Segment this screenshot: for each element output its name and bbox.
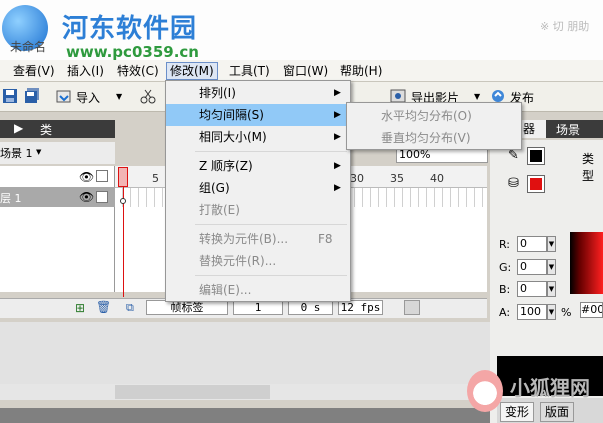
playhead[interactable] [118,167,128,187]
tab-layout[interactable]: 版面 [540,402,574,422]
hex-input[interactable]: #00 [580,302,603,318]
window-title: 未命名 [10,40,47,54]
panel-tab-class[interactable]: 类 [40,121,52,138]
fps-field: 12 fps [338,300,383,315]
menu-item-distribute-horizontal[interactable]: 水平均匀分布(O) [381,107,472,124]
horizontal-scroll-thumb[interactable] [115,385,270,399]
watermark-text: 小狐狸网 [510,376,590,400]
eye-icon[interactable]: 👁 [79,170,94,184]
menu-separator [195,151,347,152]
menu-separator [195,224,347,225]
save-icon[interactable] [2,88,18,104]
fill-color-swatch[interactable] [527,175,545,193]
import-dropdown-icon[interactable]: ▼ [116,92,122,101]
menu-item-distribute-vertical[interactable]: 垂直均匀分布(V) [381,129,471,146]
menu-separator [195,275,347,276]
menu-modify[interactable]: 修改(M) [166,62,218,80]
layer-lock-toggle[interactable] [96,191,108,203]
logo-text: 河东软件园 [62,14,198,44]
title-right-fragment: ※ 切 朋助 [540,20,590,33]
menu-item-break-apart[interactable]: 打散(E) [166,199,350,221]
red-label: R: [499,238,511,251]
menu-view[interactable]: 查看(V) [10,62,58,80]
menu-item-swap-symbol[interactable]: 替换元件(R)... [166,250,350,272]
ruler-label: 30 [350,172,364,185]
tab-scene[interactable]: 场景 [556,121,580,138]
stage-area[interactable] [0,322,490,384]
export-dropdown-icon[interactable]: ▼ [474,92,480,101]
menu-item-match-size[interactable]: 相同大小(M) ▶ [166,126,350,148]
menu-item-group[interactable]: 组(G) ▶ [166,177,350,199]
alpha-unit: % [561,306,572,319]
menu-help[interactable]: 帮助(H) [337,62,385,80]
stroke-color-swatch[interactable] [527,147,545,165]
menu-item-edit[interactable]: 编辑(E)... [166,279,350,301]
green-input[interactable]: 0 [517,259,547,275]
alpha-input[interactable]: 100 [517,304,547,320]
add-layer-icon[interactable]: ⊞ [75,301,85,315]
green-label: G: [499,261,512,274]
center-frame-icon[interactable]: ⧉ [126,301,134,315]
fill-type-label: 类型 [582,152,595,183]
alpha-dropdown-icon[interactable]: ▼ [547,304,556,320]
red-dropdown-icon[interactable]: ▼ [547,236,556,252]
delete-layer-icon[interactable]: 🗑 [96,300,111,314]
bottom-bar [0,408,490,423]
keyframe-marker[interactable] [120,198,126,204]
elapsed-time-field: 0 s [288,300,333,315]
scene-dropdown-arrow-icon[interactable]: ▼ [36,148,41,156]
menu-effects[interactable]: 特效(C) [114,62,162,80]
logo-url: www.pc0359.cn [66,43,199,61]
alpha-label: A: [499,306,511,319]
layer-name[interactable]: 层 1 [0,190,22,206]
cut-icon[interactable] [140,88,156,104]
lock-toggle[interactable] [96,170,108,182]
color-spectrum[interactable] [570,232,603,294]
submenu-arrow-icon: ▶ [334,110,341,120]
menu-item-arrange[interactable]: 排列(I) ▶ [166,82,350,104]
panel-tab-arrow-icon[interactable]: ▶ [14,121,23,135]
submenu-arrow-icon: ▶ [334,161,341,171]
ruler-label: 40 [430,172,444,185]
paint-bucket-icon[interactable]: ⛁ [508,176,519,191]
scene-dropdown[interactable]: 场景 1 [0,145,33,161]
layer-eye-icon[interactable]: 👁 [79,190,94,204]
import-icon[interactable] [56,88,72,104]
submenu-arrow-icon: ▶ [334,88,341,98]
ruler-label: 35 [390,172,404,185]
tab-transform[interactable]: 变形 [500,402,534,422]
menu-item-distribute[interactable]: 均匀间隔(S) ▶ [166,104,350,126]
menu-item-z-order[interactable]: Z 顺序(Z) ▶ [166,155,350,177]
timeline-scroll-thumb[interactable] [404,300,420,315]
menu-insert[interactable]: 插入(I) [64,62,107,80]
fox-watermark-logo [467,370,503,412]
blue-dropdown-icon[interactable]: ▼ [547,281,556,297]
save-all-icon[interactable] [24,88,40,104]
menu-window[interactable]: 窗口(W) [280,62,331,80]
menu-item-convert-to-symbol[interactable]: 转换为元件(B)... F8 [166,228,350,250]
blue-label: B: [499,283,511,296]
red-input[interactable]: 0 [517,236,547,252]
pencil-icon[interactable]: ✎ [508,148,519,163]
tab-mixer[interactable]: 器 [520,120,546,138]
panel-tab-bar: ▶ 类 [0,120,115,138]
submenu-arrow-icon: ▶ [334,132,341,142]
import-button[interactable]: 导入 [76,89,100,106]
submenu-arrow-icon: ▶ [334,183,341,193]
current-frame-field: 1 [233,300,283,315]
blue-input[interactable]: 0 [517,281,547,297]
layers-panel [0,166,115,292]
menu-tools[interactable]: 工具(T) [226,62,273,80]
frame-label-field[interactable]: 帧标签 [146,300,228,315]
green-dropdown-icon[interactable]: ▼ [547,259,556,275]
ruler-label: 5 [152,172,159,185]
